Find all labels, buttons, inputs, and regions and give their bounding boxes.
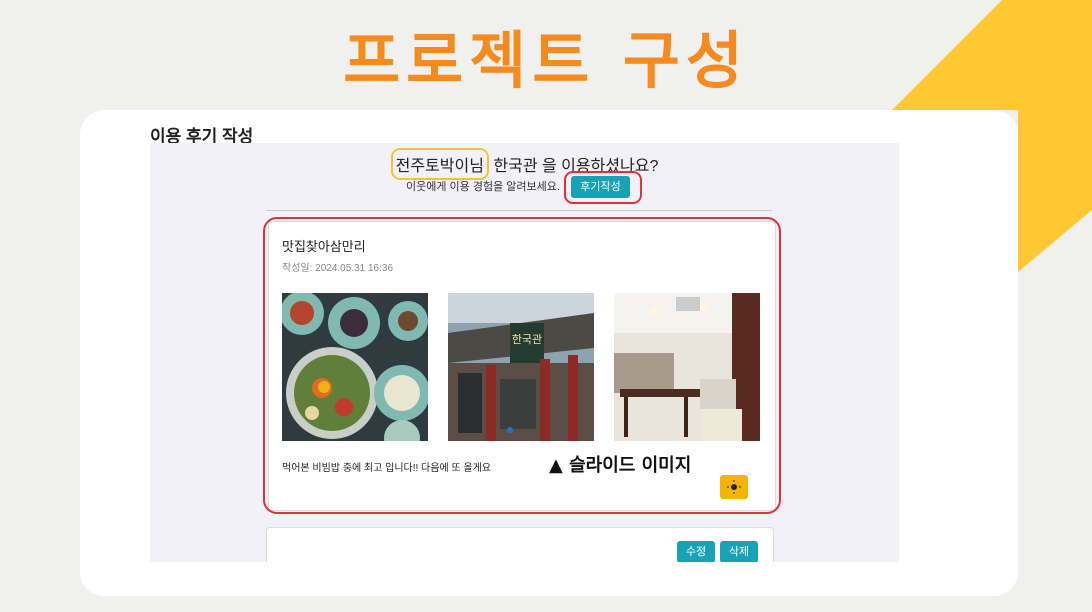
write-button-highlight	[564, 171, 642, 204]
user-name: 전주토박이님	[395, 158, 484, 175]
review-card-highlight	[263, 217, 781, 514]
divider	[266, 210, 772, 211]
delete-button[interactable]: 삭제	[720, 541, 758, 562]
invite-text: 이웃에게 이용 경험을 알려보세요.	[406, 181, 560, 193]
slide-image-caption: ▲ 슬라이드 이미지	[549, 455, 692, 476]
edit-button[interactable]: 수정	[677, 541, 715, 562]
slide-title: 프로젝트 구성	[343, 24, 749, 97]
user-name-highlight: 전주토박이님	[390, 148, 489, 180]
actions-card: 수정 삭제	[266, 527, 774, 562]
screenshot-panel: 전주토박이님 한국관 을 이용하셨나요? 이웃에게 이용 경험을 알려보세요. …	[150, 143, 899, 562]
question-line: 전주토박이님 한국관 을 이용하셨나요?	[150, 148, 899, 180]
